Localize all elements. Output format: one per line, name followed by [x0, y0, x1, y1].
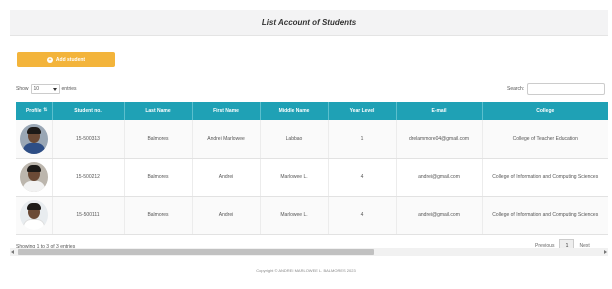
- student-no-cell: 15-500111: [52, 196, 125, 235]
- column-header-year-level[interactable]: Year Level: [328, 102, 397, 120]
- avatar: [19, 200, 48, 230]
- column-header-middle-name[interactable]: Middle Name: [260, 102, 329, 120]
- year-level-cell: 1: [328, 120, 397, 159]
- profile-cell: [16, 120, 53, 159]
- column-header-college[interactable]: College: [482, 102, 608, 120]
- profile-cell: [16, 158, 53, 197]
- email-cell: drelammore04@gmail.com: [396, 120, 483, 159]
- entries-select[interactable]: 10: [30, 84, 60, 94]
- page-title: List Account of Students: [261, 18, 357, 27]
- table-row[interactable]: 15-500313 Balmores Andrei Marlowee Labba…: [16, 120, 608, 159]
- college-cell: College of Information and Computing Sci…: [482, 196, 608, 235]
- students-table: Profile ⇅ Student no. Last Name First Nam…: [16, 102, 608, 235]
- college-cell: College of Teacher Education: [482, 120, 608, 159]
- add-student-button[interactable]: + Add student: [17, 52, 115, 67]
- entries-suffix: entries: [61, 86, 77, 92]
- show-label: Show: [16, 86, 29, 92]
- column-header-student-no[interactable]: Student no.: [52, 102, 125, 120]
- last-name-cell: Balmores: [124, 120, 193, 159]
- college-cell: College of Information and Computing Sci…: [482, 158, 608, 197]
- column-header-first-name[interactable]: First Name: [192, 102, 261, 120]
- column-header-email[interactable]: E-mail: [396, 102, 483, 120]
- first-name-cell: Andrei: [192, 196, 261, 235]
- sort-icon: ⇅: [43, 107, 48, 113]
- first-name-cell: Andrei: [192, 158, 261, 197]
- arrow-left-icon[interactable]: [11, 250, 14, 254]
- avatar: [19, 162, 48, 192]
- table-row[interactable]: 15-500111 Balmores Andrei Marlowee L. 4 …: [16, 196, 608, 235]
- arrow-right-icon[interactable]: [604, 250, 607, 254]
- year-level-cell: 4: [328, 196, 397, 235]
- last-name-cell: Balmores: [124, 196, 193, 235]
- table-row[interactable]: 15-500212 Balmores Andrei Marlowee L. 4 …: [16, 158, 608, 197]
- footer-copyright: Copyright © ANDREI MARLOWEE L. BALMORES …: [256, 268, 356, 273]
- plus-circle-icon: +: [46, 56, 53, 63]
- student-no-cell: 15-500313: [52, 120, 125, 159]
- entries-length-control: Show 10 entries: [16, 84, 77, 94]
- search-control: Search:: [507, 83, 606, 95]
- search-input[interactable]: [527, 83, 606, 95]
- search-label: Search:: [507, 86, 525, 92]
- last-name-cell: Balmores: [124, 158, 193, 197]
- profile-cell: [16, 196, 53, 235]
- student-no-cell: 15-500212: [52, 158, 125, 197]
- email-cell: andrei@gmail.com: [396, 158, 483, 197]
- middle-name-cell: Marlowee L.: [260, 196, 329, 235]
- avatar: [19, 123, 48, 154]
- email-cell: andrei@gmail.com: [396, 196, 483, 235]
- caret-down-icon: [52, 87, 57, 91]
- column-header-last-name[interactable]: Last Name: [124, 102, 193, 120]
- horizontal-scrollbar[interactable]: [10, 248, 608, 256]
- students-card: List Account of Students + Add student S…: [10, 10, 608, 260]
- entries-select-value: 10: [33, 86, 40, 92]
- add-student-label: Add student: [55, 56, 86, 63]
- card-header: List Account of Students: [10, 10, 608, 36]
- first-name-cell: Andrei Marlowee: [192, 120, 261, 159]
- year-level-cell: 4: [328, 158, 397, 197]
- middle-name-cell: Marlowee L.: [260, 158, 329, 197]
- column-header-profile[interactable]: Profile ⇅: [16, 102, 53, 120]
- scroll-thumb[interactable]: [18, 249, 374, 255]
- table-header-row: Profile ⇅ Student no. Last Name First Nam…: [16, 102, 608, 120]
- middle-name-cell: Labbao: [260, 120, 329, 159]
